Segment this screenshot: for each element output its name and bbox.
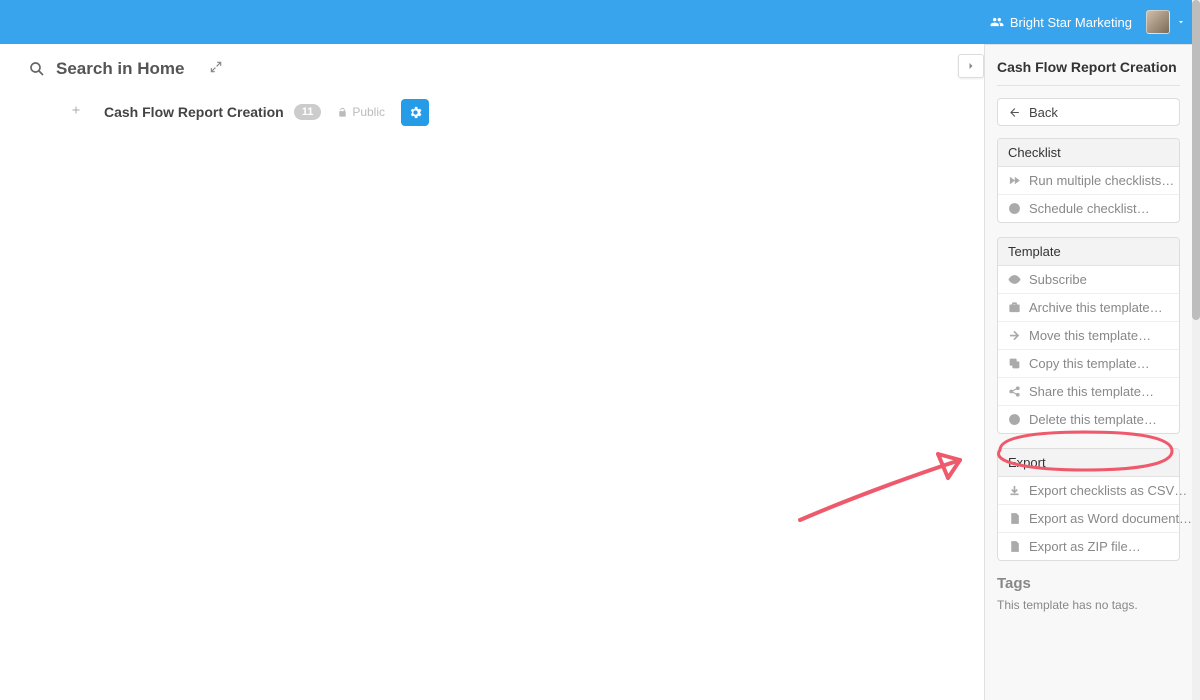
search-placeholder: Search in Home: [56, 59, 185, 79]
scrollbar-thumb[interactable]: [1192, 0, 1200, 320]
checklist-header: Checklist: [998, 139, 1179, 167]
x-circle-icon: [1008, 413, 1021, 426]
chevron-right-icon: [965, 60, 977, 72]
page-title: Cash Flow Report Creation: [104, 104, 284, 120]
panel-collapse-toggle[interactable]: [958, 54, 984, 78]
task-count-badge: 11: [294, 104, 322, 120]
panel-title: Cash Flow Report Creation: [997, 59, 1180, 75]
briefcase-icon: [1008, 301, 1021, 314]
account-dropdown-caret[interactable]: [1176, 15, 1186, 30]
topbar: Bright Star Marketing: [0, 0, 1200, 44]
file-zip-icon: [1008, 540, 1021, 553]
back-label: Back: [1029, 105, 1058, 120]
org-name: Bright Star Marketing: [1010, 15, 1132, 30]
back-button[interactable]: Back: [997, 98, 1180, 126]
delete-template[interactable]: Delete this template…: [998, 405, 1179, 433]
run-multiple-checklists[interactable]: Run multiple checklists…: [998, 167, 1179, 194]
search-input-wrapper[interactable]: Search in Home: [28, 59, 185, 79]
move-template[interactable]: Move this template…: [998, 321, 1179, 349]
plus-icon: [70, 104, 82, 116]
expand-icon[interactable]: [209, 60, 223, 79]
tags-empty-message: This template has no tags.: [997, 598, 1180, 612]
copy-template[interactable]: Copy this template…: [998, 349, 1179, 377]
org-switcher[interactable]: Bright Star Marketing: [990, 15, 1132, 30]
visibility-label: Public: [352, 105, 385, 119]
eye-icon: [1008, 273, 1021, 286]
search-icon: [28, 60, 46, 78]
export-zip[interactable]: Export as ZIP file…: [998, 532, 1179, 560]
avatar[interactable]: [1146, 10, 1170, 34]
file-word-icon: [1008, 512, 1021, 525]
fast-forward-icon: [1008, 174, 1021, 187]
checklist-section: Checklist Run multiple checklists… Sched…: [997, 138, 1180, 223]
visibility-indicator[interactable]: Public: [337, 105, 385, 119]
export-header: Export: [998, 449, 1179, 477]
export-csv[interactable]: Export checklists as CSV…: [998, 477, 1179, 504]
gear-icon: [408, 105, 423, 120]
add-button[interactable]: [70, 103, 82, 121]
copy-icon: [1008, 357, 1021, 370]
export-section: Export Export checklists as CSV… Export …: [997, 448, 1180, 561]
template-header: Template: [998, 238, 1179, 266]
template-section: Template Subscribe Archive this template…: [997, 237, 1180, 434]
share-icon: [1008, 385, 1021, 398]
arrow-right-icon: [1008, 329, 1021, 342]
schedule-checklist[interactable]: Schedule checklist…: [998, 194, 1179, 222]
right-panel: Cash Flow Report Creation Back Checklist…: [984, 44, 1192, 700]
arrow-left-icon: [1008, 106, 1021, 119]
settings-button[interactable]: [401, 99, 429, 126]
divider: [997, 85, 1180, 86]
caret-down-icon: [1176, 17, 1186, 27]
export-word[interactable]: Export as Word document…: [998, 504, 1179, 532]
tags-header: Tags: [997, 575, 1180, 592]
users-icon: [990, 15, 1004, 29]
clock-icon: [1008, 202, 1021, 215]
share-template[interactable]: Share this template…: [998, 377, 1179, 405]
download-icon: [1008, 484, 1021, 497]
subscribe[interactable]: Subscribe: [998, 266, 1179, 293]
archive-template[interactable]: Archive this template…: [998, 293, 1179, 321]
unlock-icon: [337, 107, 348, 118]
